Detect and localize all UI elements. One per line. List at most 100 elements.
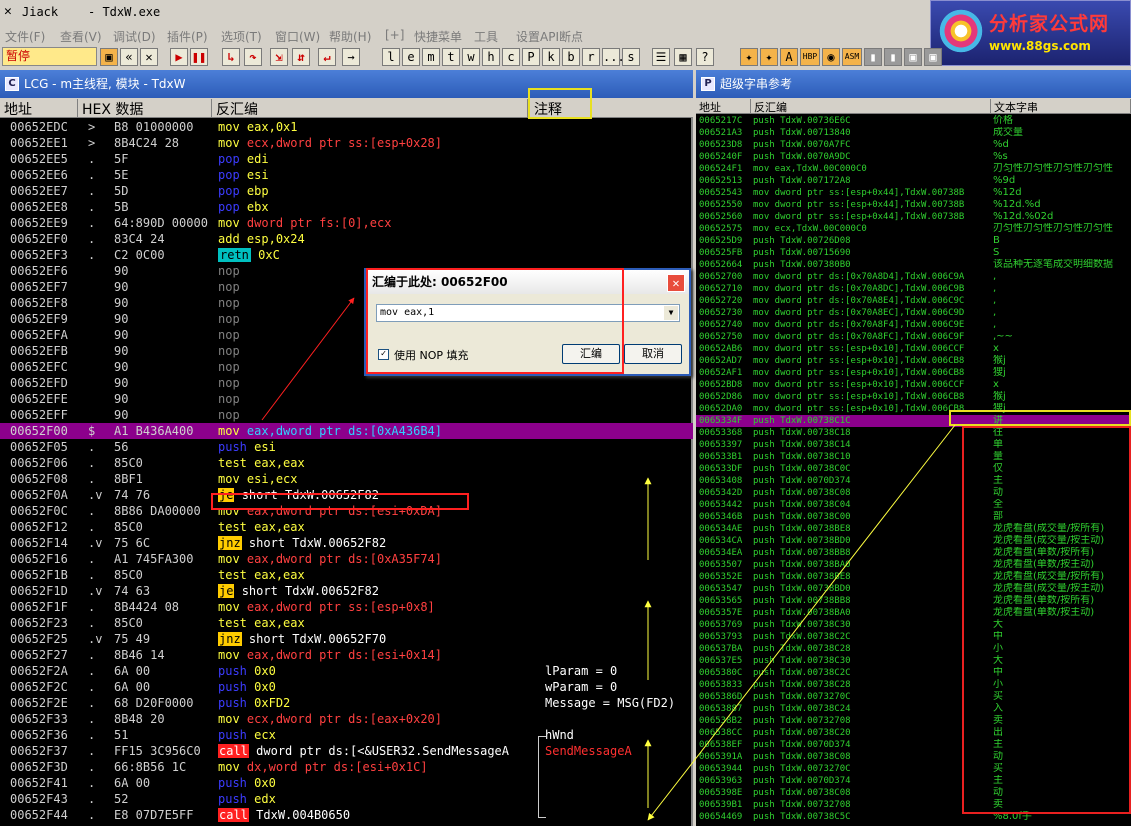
menu-options[interactable]: 选项(T) [221, 28, 262, 45]
tool-m[interactable]: m [422, 48, 440, 66]
plugin-2-icon[interactable]: ✦ [760, 48, 778, 66]
disasm-row[interactable]: 00652F41. 6A 00 push 0x0 [0, 775, 693, 791]
disasm-row[interactable]: 00652F36. 51 push ecx hWnd [0, 727, 693, 743]
string-row[interactable]: 00652710 mov dword ptr ds:[0x70A8DC],TdxW… [696, 283, 1131, 295]
execute-till-return-icon[interactable]: ↵ [318, 48, 336, 66]
tool-l[interactable]: l [382, 48, 400, 66]
string-row[interactable]: 00652550 mov dword ptr ss:[esp+0x44],TdxW… [696, 199, 1131, 211]
string-row[interactable]: 006521A3 push TdxW.00713840 成交量 [696, 127, 1131, 139]
string-row[interactable]: 00652664 push TdxW.007380B0 该品种无逐笔成交明细数据 [696, 259, 1131, 271]
plugin-1-icon[interactable]: ✦ [740, 48, 758, 66]
string-row[interactable]: 006523D8 push TdxW.0070A7FC %d [696, 139, 1131, 151]
menu-plus[interactable]: [+] [385, 28, 404, 42]
close-icon[interactable]: ✕ [140, 48, 158, 66]
tool-r[interactable]: r [582, 48, 600, 66]
grid-icon[interactable]: ▦ [674, 48, 692, 66]
disasm-row[interactable]: 00652F06. 85C0 test eax,eax [0, 455, 693, 471]
plugin-8-icon[interactable]: ▮ [884, 48, 902, 66]
string-row[interactable]: 00652750 mov dword ptr ds:[0x70A8FC],TdxW… [696, 331, 1131, 343]
disasm-row[interactable]: 00652F2E. 68 D20F0000 push 0xFD2 Message = … [0, 695, 693, 711]
string-row[interactable]: 00652560 mov dword ptr ss:[esp+0x44],TdxW… [696, 211, 1131, 223]
tool-h[interactable]: h [482, 48, 500, 66]
tool-k[interactable]: k [542, 48, 560, 66]
string-row[interactable]: 00652AB6 mov dword ptr ss:[esp+0x10],TdxW… [696, 343, 1131, 355]
string-row[interactable]: 00652AF1 mov dword ptr ss:[esp+0x10],TdxW… [696, 367, 1131, 379]
disasm-row[interactable]: 00652EE9. 64:890D 00000 mov dword ptr fs:[… [0, 215, 693, 231]
string-row[interactable]: 006525D9 push TdxW.00726D08 B [696, 235, 1131, 247]
disasm-row[interactable]: 00652F1D .v 74 63 je short TdxW.00652F82 [0, 583, 693, 599]
disasm-row[interactable]: 00652F2A. 6A 00 push 0x0 lParam = 0 [0, 663, 693, 679]
step-over-icon[interactable]: ↷ [244, 48, 262, 66]
tool-e[interactable]: e [402, 48, 420, 66]
plugin-3-icon[interactable]: A [780, 48, 798, 66]
goto-icon[interactable]: → [342, 48, 360, 66]
tool-more[interactable]: ... [602, 48, 625, 66]
disasm-row[interactable]: 00652F2C. 6A 00 push 0x0 wParam = 0 [0, 679, 693, 695]
disasm-row[interactable]: 00652F43. 52 push edx [0, 791, 693, 807]
string-row[interactable]: 00652513 push TdxW.007172A8 %9d [696, 175, 1131, 187]
close-icon[interactable]: ✕ [667, 274, 685, 292]
run-icon[interactable]: ▶ [170, 48, 188, 66]
chevron-down-icon[interactable]: ▼ [664, 306, 678, 320]
menu-shortcut[interactable]: 快捷菜单 [414, 28, 462, 45]
string-row[interactable]: 0065217C push TdxW.00736E6C 价格 [696, 115, 1131, 127]
step-into-icon[interactable]: ↳ [222, 48, 240, 66]
plugin-7-icon[interactable]: ▮ [864, 48, 882, 66]
disasm-row[interactable]: 00652F33. 8B48 20 mov ecx,dword ptr ds:[ea… [0, 711, 693, 727]
disasm-row[interactable]: 00652F1F. 8B4424 08 mov eax,dword ptr ss:[… [0, 599, 693, 615]
string-row[interactable]: 00652543 mov dword ptr ss:[esp+0x44],TdxW… [696, 187, 1131, 199]
cancel-button[interactable]: 取消 [624, 344, 682, 364]
cpu-disassembly-pane[interactable]: C LCG - m主线程, 模块 - TdxW 地址 HEX 数据 反汇编 注释… [0, 70, 693, 826]
disasm-row[interactable]: 00652EE6. 5E pop esi [0, 167, 693, 183]
header-comment[interactable]: 注释 [528, 88, 592, 119]
header-disasm[interactable]: 反汇编 [212, 99, 528, 118]
header-disasm[interactable]: 反汇编 [751, 99, 991, 114]
menu-debug[interactable]: 调试(D) [113, 28, 156, 45]
disasm-row[interactable]: 00652F27. 8B46 14 mov eax,dword ptr ds:[es… [0, 647, 693, 663]
disasm-row[interactable]: 00652F44. E8 07D7E5FF call TdxW.004B0650 [0, 807, 693, 823]
plugin-5-icon[interactable]: ◉ [822, 48, 840, 66]
string-row[interactable]: 006524F1 mov eax,TdxW.00C000C0 刃匀性刃匀性刃匀性刃匀… [696, 163, 1131, 175]
string-row[interactable]: 006525FB push TdxW.00715690 S [696, 247, 1131, 259]
menu-plugin[interactable]: 插件(P) [167, 28, 208, 45]
string-row[interactable]: 00652D86 mov dword ptr ss:[esp+0x10],TdxW… [696, 391, 1131, 403]
menu-view[interactable]: 查看(V) [60, 28, 102, 45]
help-icon[interactable]: ? [696, 48, 714, 66]
asm-button[interactable]: ASM [842, 48, 862, 66]
open-icon[interactable]: ▣ [100, 48, 118, 66]
disasm-row[interactable]: 00652EE7. 5D pop ebp [0, 183, 693, 199]
string-row[interactable]: 00652700 mov dword ptr ds:[0x70A8D4],TdxW… [696, 271, 1131, 283]
disasm-row[interactable]: 00652F16. A1 745FA300 mov eax,dword ptr ds… [0, 551, 693, 567]
options-icon[interactable]: ☰ [652, 48, 670, 66]
menu-api-breakpoint[interactable]: 设置API断点 [516, 28, 583, 45]
plugin-10-icon[interactable]: ▣ [924, 48, 942, 66]
disasm-row[interactable]: 00652EFF 90 nop [0, 407, 693, 423]
string-row[interactable]: 00652720 mov dword ptr ds:[0x70A8E4],TdxW… [696, 295, 1131, 307]
disasm-row[interactable]: 00652F37. FF15 3C956C0 call dword ptr ds:[… [0, 743, 693, 759]
disasm-row[interactable]: 00652F00 $ A1 B436A400 mov eax,dword ptr ds… [0, 423, 693, 439]
disasm-row[interactable]: 00652EE1 >8B4C24 28 mov ecx,dword ptr ss:[… [0, 135, 693, 151]
disasm-row[interactable]: 00652F05. 56 push esi [0, 439, 693, 455]
disasm-row[interactable]: 00652F14 .v 75 6C jnz short TdxW.00652F82 [0, 535, 693, 551]
string-reference-pane[interactable]: P 超级字串参考 地址 反汇编 文本字串 0065217C push TdxW.0… [696, 70, 1131, 826]
disasm-row[interactable]: 00652EFE 90 nop [0, 391, 693, 407]
menu-help[interactable]: 帮助(H) [329, 28, 371, 45]
trace-over-icon[interactable]: ⇵ [292, 48, 310, 66]
menu-window[interactable]: 窗口(W) [275, 28, 320, 45]
restart-icon[interactable]: « [120, 48, 138, 66]
disasm-row[interactable]: 00652EF3. C2 0C00 retn 0xC [0, 247, 693, 263]
menu-file[interactable]: 文件(F) [5, 28, 45, 45]
hbp-button[interactable]: HBP [800, 48, 820, 66]
disasm-row[interactable]: 00652EE5. 5F pop edi [0, 151, 693, 167]
string-row[interactable]: 00652730 mov dword ptr ds:[0x70A8EC],TdxW… [696, 307, 1131, 319]
disasm-row[interactable]: 00652F3D. 66:8B56 1C mov dx,word ptr ds:[e… [0, 759, 693, 775]
disasm-row[interactable]: 00652F23. 85C0 test eax,eax [0, 615, 693, 631]
tool-t[interactable]: t [442, 48, 460, 66]
disasm-row[interactable]: 00652F08. 8BF1 mov esi,ecx [0, 471, 693, 487]
string-row[interactable]: 00652AD7 mov dword ptr ss:[esp+0x10],TdxW… [696, 355, 1131, 367]
header-address[interactable]: 地址 [696, 99, 751, 114]
disasm-row[interactable]: 00652EF0. 83C4 24 add esp,0x24 [0, 231, 693, 247]
string-row[interactable]: 00652740 mov dword ptr ds:[0x70A8F4],TdxW… [696, 319, 1131, 331]
string-row[interactable]: 0065240F push TdxW.0070A9DC %s [696, 151, 1131, 163]
header-address[interactable]: 地址 [0, 99, 78, 118]
